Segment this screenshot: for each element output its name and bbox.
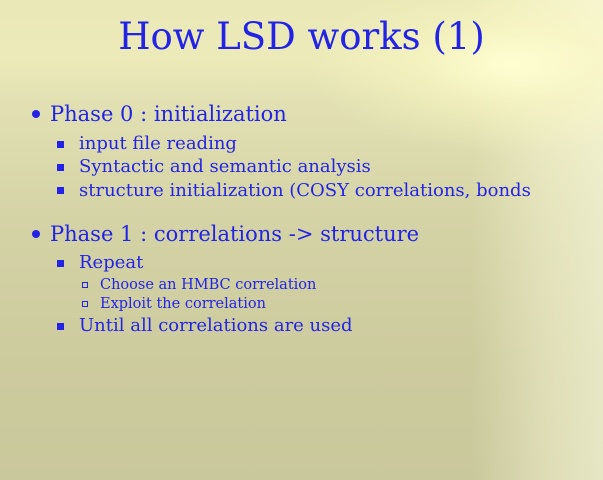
bullet-square-icon <box>57 260 64 267</box>
bullet-structure-initialization: structure initialization (COSY correlati… <box>79 180 531 201</box>
bullet-hollow-square-icon <box>82 282 88 288</box>
bullet-syntactic-analysis: Syntactic and semantic analysis <box>79 156 371 177</box>
bullet-input-file-reading: input file reading <box>79 133 237 154</box>
bullet-square-icon <box>57 141 64 148</box>
bullet-dot-icon <box>32 230 40 238</box>
bullet-dot-icon <box>32 110 40 118</box>
bullet-until-all-used: Until all correlations are used <box>79 315 353 336</box>
bullet-repeat: Repeat <box>79 252 144 273</box>
bullet-choose-hmbc: Choose an HMBC correlation <box>100 277 317 293</box>
bullet-square-icon <box>57 164 64 171</box>
bullet-list: Phase 0 : initialization input file read… <box>0 0 603 480</box>
bullet-hollow-square-icon <box>82 301 88 307</box>
bullet-square-icon <box>57 323 64 330</box>
bullet-exploit-correlation: Exploit the correlation <box>100 296 266 312</box>
bullet-phase-1: Phase 1 : correlations -> structure <box>50 222 420 246</box>
bullet-phase-0: Phase 0 : initialization <box>50 102 287 126</box>
bullet-square-icon <box>57 187 64 194</box>
